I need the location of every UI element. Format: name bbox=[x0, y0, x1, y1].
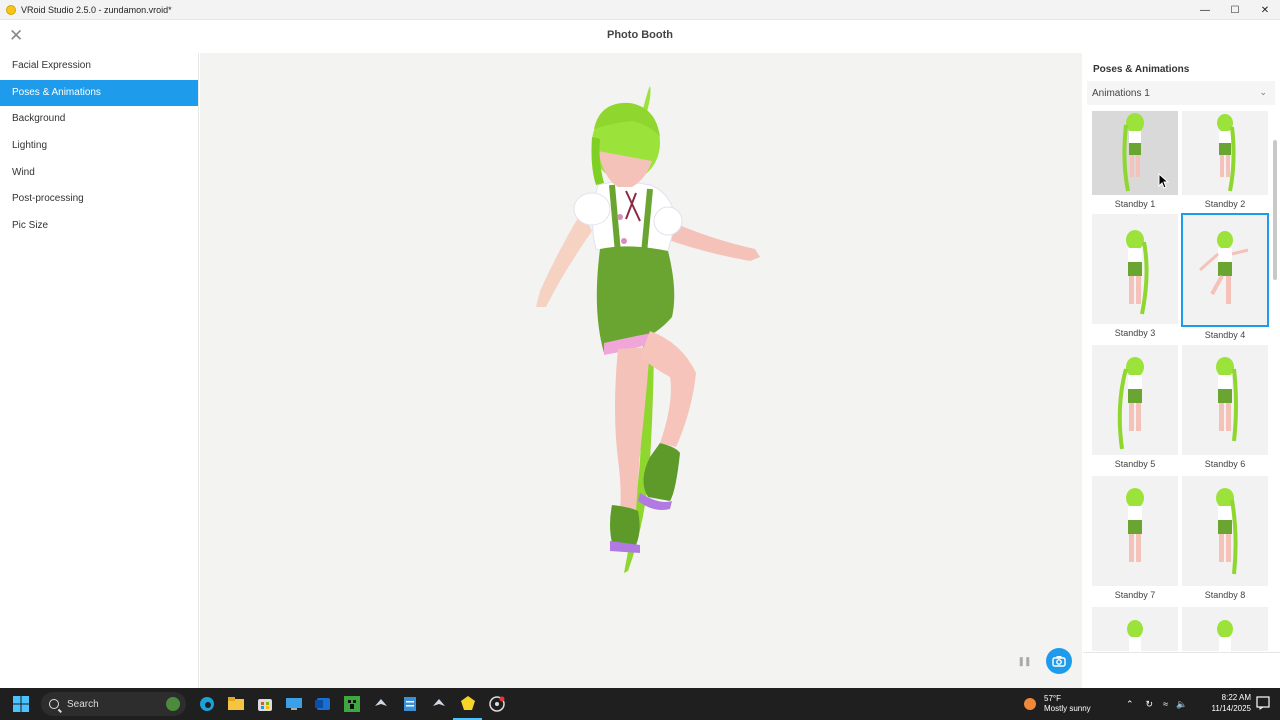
panel-scrollbar[interactable] bbox=[1273, 140, 1277, 280]
animation-thumbnail bbox=[1092, 345, 1178, 455]
weather-condition: Mostly sunny bbox=[1044, 704, 1091, 713]
sidebar-item-facial-expression[interactable]: Facial Expression bbox=[0, 53, 198, 80]
weather-temp: 57°F bbox=[1044, 694, 1061, 703]
weather-sun-icon bbox=[1024, 698, 1036, 710]
sidebar: Facial Expression Poses & Animations Bac… bbox=[0, 53, 199, 688]
edge-icon[interactable] bbox=[192, 688, 221, 720]
animation-grid: Standby 1 Standby 2 Standby 3 Standby 4 … bbox=[1092, 111, 1272, 651]
title-bar: VRoid Studio 2.5.0 - zundamon.vroid* — ☐… bbox=[0, 0, 1280, 20]
character-model bbox=[536, 86, 760, 573]
dropdown-selected-value: Animations 1 bbox=[1092, 87, 1150, 99]
sidebar-item-poses-animations[interactable]: Poses & Animations bbox=[0, 79, 198, 107]
animation-thumbnail bbox=[1182, 111, 1268, 195]
sidebar-item-lighting[interactable]: Lighting bbox=[0, 133, 198, 160]
mouse-cursor-icon bbox=[1158, 173, 1170, 189]
poses-animations-panel: Poses & Animations Animations 1 ⌄ Standb… bbox=[1083, 53, 1280, 688]
3d-viewport[interactable] bbox=[200, 53, 1082, 688]
animation-item-standby-7[interactable]: Standby 7 bbox=[1092, 476, 1178, 600]
page-title: Photo Booth bbox=[607, 29, 673, 41]
animation-label: Standby 3 bbox=[1114, 328, 1156, 338]
minecraft-icon[interactable] bbox=[337, 688, 366, 720]
outlook-icon[interactable] bbox=[308, 688, 337, 720]
animation-item-standby-10[interactable] bbox=[1182, 607, 1268, 651]
animation-thumbnail bbox=[1182, 345, 1268, 455]
wifi-icon[interactable]: ≈ bbox=[1163, 699, 1168, 709]
panel-divider bbox=[1083, 652, 1280, 653]
animation-item-standby-5[interactable]: Standby 5 bbox=[1092, 345, 1178, 469]
sidebar-item-post-processing[interactable]: Post-processing bbox=[0, 186, 198, 213]
minimize-button[interactable]: — bbox=[1190, 0, 1220, 20]
taskbar-search[interactable]: Search bbox=[41, 692, 186, 716]
notepad-icon[interactable] bbox=[395, 688, 424, 720]
chevron-down-icon: ⌄ bbox=[1259, 87, 1267, 97]
taskbar-clock[interactable]: 8:22 AM 11/14/2025 bbox=[1203, 692, 1251, 714]
search-icon bbox=[49, 699, 59, 709]
animation-label: Standby 4 bbox=[1204, 330, 1246, 340]
vroid-taskbar-icon[interactable] bbox=[453, 688, 482, 720]
animation-item-standby-8[interactable]: Standby 8 bbox=[1182, 476, 1268, 600]
animation-item-standby-2[interactable]: Standby 2 bbox=[1182, 111, 1268, 209]
pause-button[interactable]: ❚❚ bbox=[1014, 651, 1034, 671]
animation-item-standby-3[interactable]: Standby 3 bbox=[1092, 214, 1178, 338]
animation-item-standby-4[interactable]: Standby 4 bbox=[1181, 213, 1269, 340]
steam-icon-2[interactable] bbox=[424, 688, 453, 720]
chevron-up-icon[interactable]: ⌃ bbox=[1126, 699, 1134, 710]
steam-icon[interactable] bbox=[366, 688, 395, 720]
animation-thumbnail bbox=[1181, 213, 1269, 327]
store-icon[interactable] bbox=[250, 688, 279, 720]
search-placeholder: Search bbox=[67, 698, 99, 710]
animation-item-standby-1[interactable]: Standby 1 bbox=[1092, 111, 1178, 209]
animation-set-dropdown[interactable]: Animations 1 ⌄ bbox=[1087, 81, 1275, 105]
camera-button[interactable] bbox=[1046, 648, 1072, 674]
remote-desktop-icon[interactable] bbox=[279, 688, 308, 720]
weather-widget[interactable]: 57°F Mostly sunny bbox=[1022, 688, 1091, 720]
maximize-button[interactable]: ☐ bbox=[1220, 0, 1250, 20]
notification-icon[interactable] bbox=[1256, 696, 1270, 710]
sidebar-item-wind[interactable]: Wind bbox=[0, 160, 198, 187]
clock-date: 11/14/2025 bbox=[1211, 704, 1251, 713]
camera-icon bbox=[1052, 656, 1066, 667]
panel-title: Poses & Animations bbox=[1093, 64, 1190, 75]
obs-icon[interactable] bbox=[482, 688, 511, 720]
animation-label: Standby 5 bbox=[1114, 459, 1156, 469]
sidebar-item-pic-size[interactable]: Pic Size bbox=[0, 213, 198, 240]
animation-item-standby-9[interactable] bbox=[1092, 607, 1178, 651]
animation-thumbnail bbox=[1092, 607, 1178, 651]
close-window-button[interactable]: ✕ bbox=[1250, 0, 1280, 20]
vroid-app-icon bbox=[6, 4, 16, 15]
animation-label: Standby 8 bbox=[1204, 590, 1246, 600]
animation-thumbnail bbox=[1092, 214, 1178, 324]
volume-icon[interactable]: 🔈 bbox=[1176, 699, 1187, 710]
search-highlight-icon bbox=[166, 697, 180, 711]
animation-thumbnail bbox=[1092, 476, 1178, 586]
animation-label: Standby 2 bbox=[1204, 199, 1246, 209]
animation-label: Standby 7 bbox=[1114, 590, 1156, 600]
window-title: VRoid Studio 2.5.0 - zundamon.vroid* bbox=[21, 4, 172, 15]
file-explorer-icon[interactable] bbox=[221, 688, 250, 720]
animation-item-standby-6[interactable]: Standby 6 bbox=[1182, 345, 1268, 469]
windows-start-icon[interactable] bbox=[6, 688, 35, 720]
system-tray: ⌃ ↻ ≈ 🔈 bbox=[1126, 688, 1187, 720]
animation-label: Standby 1 bbox=[1114, 199, 1156, 209]
taskbar: Search 57°F Mostly sunny ⌃ ↻ ≈ 🔈 8:22 AM… bbox=[0, 688, 1280, 720]
animation-thumbnail bbox=[1182, 607, 1268, 651]
animation-thumbnail bbox=[1182, 476, 1268, 586]
sync-icon[interactable]: ↻ bbox=[1146, 699, 1154, 710]
clock-time: 8:22 AM bbox=[1221, 693, 1251, 702]
sidebar-item-background[interactable]: Background bbox=[0, 106, 198, 133]
animation-label: Standby 6 bbox=[1204, 459, 1246, 469]
photo-booth-header: ✕ Photo Booth bbox=[0, 20, 1280, 52]
